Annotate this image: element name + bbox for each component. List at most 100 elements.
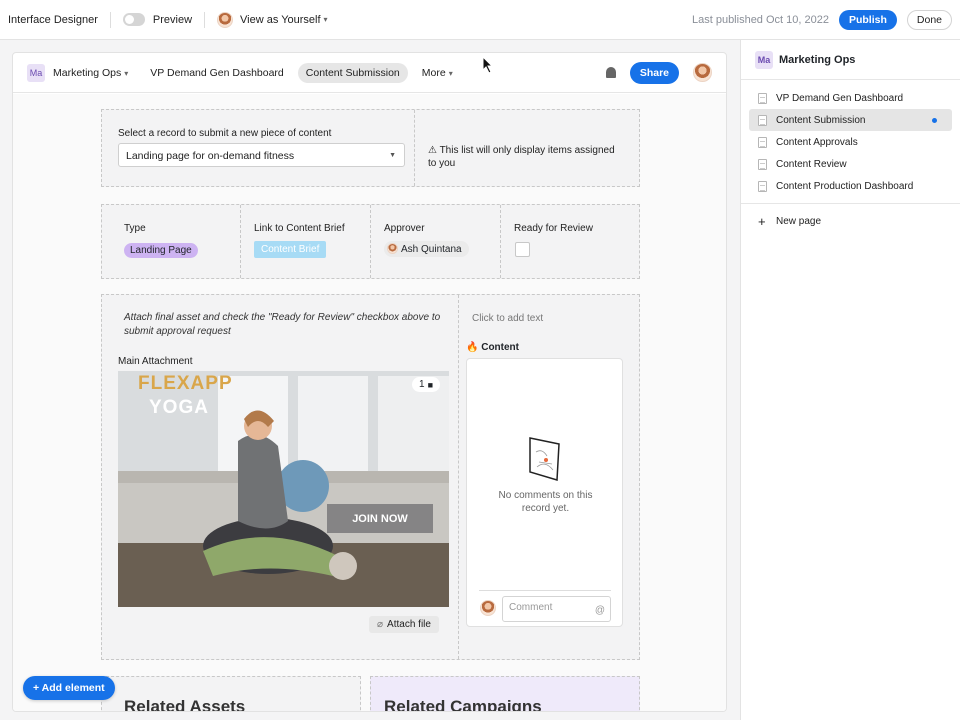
- sidebar-item-label: Content Submission: [776, 115, 866, 126]
- interface-canvas: Ma Marketing Ops▾ VP Demand Gen Dashboar…: [12, 52, 727, 712]
- user-avatar[interactable]: [693, 63, 712, 82]
- commenter-avatar: [480, 600, 496, 616]
- divider: [741, 203, 960, 204]
- attach-file-button[interactable]: ⌀ Attach file: [369, 616, 439, 633]
- caret-down-icon: ▼: [389, 152, 396, 159]
- view-as-selector[interactable]: View as Yourself: [240, 14, 321, 26]
- chevron-down-icon: ▾: [324, 15, 328, 24]
- related-assets-title: Related Assets: [124, 697, 245, 712]
- sidebar-item-label: Content Production Dashboard: [776, 181, 913, 192]
- plus-icon: +: [758, 214, 767, 229]
- ready-for-review-checkbox[interactable]: [515, 242, 530, 257]
- empty-comments-illustration-icon: [527, 434, 563, 482]
- unpublished-dot-icon: [932, 118, 937, 123]
- add-element-button[interactable]: + Add element: [23, 676, 115, 700]
- related-campaigns-section: Related Campaigns: [370, 676, 640, 712]
- comments-panel: No comments on this record yet. Comment …: [466, 358, 623, 627]
- sidebar-item-content-submission[interactable]: Content Submission: [749, 109, 952, 131]
- related-assets-section: Related Assets: [101, 676, 361, 712]
- divider: [458, 295, 459, 659]
- attachment-section: Attach final asset and check the "Ready …: [101, 294, 640, 660]
- page-area: Select a record to submit a new piece of…: [13, 94, 727, 712]
- field-label-approver: Approver: [384, 223, 425, 234]
- page-icon: [758, 93, 767, 104]
- spacer: [741, 80, 960, 87]
- related-campaigns-title: Related Campaigns: [384, 697, 542, 712]
- base-badge: Ma: [755, 51, 773, 69]
- top-bar: Interface Designer Preview View as Yours…: [0, 0, 960, 40]
- record-picker-label: Select a record to submit a new piece of…: [118, 128, 331, 139]
- approver-chip: Ash Quintana: [384, 241, 469, 257]
- sidebar-title: Marketing Ops: [779, 54, 855, 66]
- base-name: Marketing Ops: [53, 67, 121, 79]
- divider: [110, 12, 111, 28]
- sidebar-item-vp-demand-gen[interactable]: VP Demand Gen Dashboard: [749, 87, 952, 109]
- sidebar-header: Ma Marketing Ops: [741, 40, 960, 80]
- type-pill: Landing Page: [124, 243, 198, 258]
- attachment-image[interactable]: FLEXAPP YOGA JOIN NOW 1 ■: [118, 371, 449, 607]
- sidebar-item-label: Content Review: [776, 159, 847, 170]
- comment-input[interactable]: Comment @: [502, 596, 611, 622]
- attachment-instructions: Attach final asset and check the "Ready …: [124, 311, 442, 339]
- page-icon: [758, 181, 767, 192]
- divider: [204, 12, 205, 28]
- divider: [500, 205, 501, 278]
- record-picker-section: Select a record to submit a new piece of…: [101, 109, 640, 187]
- more-label: More: [422, 67, 446, 79]
- pages-sidebar: Ma Marketing Ops VP Demand Gen Dashboard…: [740, 40, 960, 720]
- record-select-value: Landing page for on-demand fitness: [126, 150, 294, 162]
- paperclip-icon: ⌀: [377, 619, 383, 630]
- sidebar-item-label: Content Approvals: [776, 137, 858, 148]
- sidebar-item-content-review[interactable]: Content Review: [749, 153, 952, 175]
- sidebar-item-content-production[interactable]: Content Production Dashboard: [749, 175, 952, 197]
- new-page-button[interactable]: + New page: [749, 210, 952, 232]
- record-select[interactable]: Landing page for on-demand fitness ▼: [118, 143, 405, 167]
- page-icon: [758, 115, 767, 126]
- done-button[interactable]: Done: [907, 10, 952, 30]
- sidebar-item-content-approvals[interactable]: Content Approvals: [749, 131, 952, 153]
- comment-placeholder: Comment: [509, 602, 552, 613]
- brand-logo-text: FLEXAPP: [138, 373, 233, 395]
- share-button[interactable]: Share: [630, 62, 679, 84]
- divider: [479, 590, 611, 591]
- mouse-cursor-icon: [482, 56, 494, 74]
- bell-icon[interactable]: [606, 67, 616, 78]
- divider: [370, 205, 371, 278]
- field-label-ready: Ready for Review: [514, 223, 593, 234]
- yoga-headline: YOGA: [149, 397, 209, 419]
- content-brief-link[interactable]: Content Brief: [254, 241, 326, 258]
- preview-toggle[interactable]: [123, 13, 145, 26]
- tab-content-submission[interactable]: Content Submission: [298, 63, 408, 83]
- chevron-down-icon: ▾: [449, 69, 453, 78]
- tab-vp-demand-gen[interactable]: VP Demand Gen Dashboard: [142, 63, 291, 83]
- base-badge: Ma: [27, 64, 45, 82]
- preview-label[interactable]: Preview: [153, 14, 192, 26]
- field-label-type: Type: [124, 223, 146, 234]
- app-nav: Ma Marketing Ops▾ VP Demand Gen Dashboar…: [13, 53, 726, 93]
- divider: [240, 205, 241, 278]
- add-text-placeholder[interactable]: Click to add text: [472, 313, 543, 324]
- user-avatar: [217, 12, 233, 28]
- comment-count-badge[interactable]: 1 ■: [412, 377, 440, 392]
- fields-section: Type Landing Page Link to Content Brief …: [101, 204, 640, 279]
- base-name-menu[interactable]: Marketing Ops▾: [51, 63, 136, 83]
- page-icon: [758, 137, 767, 148]
- last-published: Last published Oct 10, 2022: [692, 14, 829, 26]
- join-now-banner: JOIN NOW: [327, 504, 433, 533]
- new-page-label: New page: [776, 216, 821, 227]
- app-title: Interface Designer: [8, 14, 98, 26]
- mention-icon[interactable]: @: [595, 605, 605, 616]
- comment-count: 1: [419, 379, 425, 390]
- divider: [414, 110, 415, 186]
- attach-file-label: Attach file: [387, 619, 431, 630]
- approver-avatar: [387, 243, 398, 254]
- tab-more[interactable]: More▾: [414, 63, 461, 83]
- empty-comments-text: No comments on this record yet.: [487, 489, 604, 515]
- chevron-down-icon: ▾: [124, 69, 128, 78]
- content-heading: 🔥 Content: [466, 342, 519, 353]
- publish-button[interactable]: Publish: [839, 10, 897, 30]
- field-label-brief: Link to Content Brief: [254, 223, 345, 234]
- sidebar-item-label: VP Demand Gen Dashboard: [776, 93, 903, 104]
- page-icon: [758, 159, 767, 170]
- approver-name: Ash Quintana: [401, 244, 462, 255]
